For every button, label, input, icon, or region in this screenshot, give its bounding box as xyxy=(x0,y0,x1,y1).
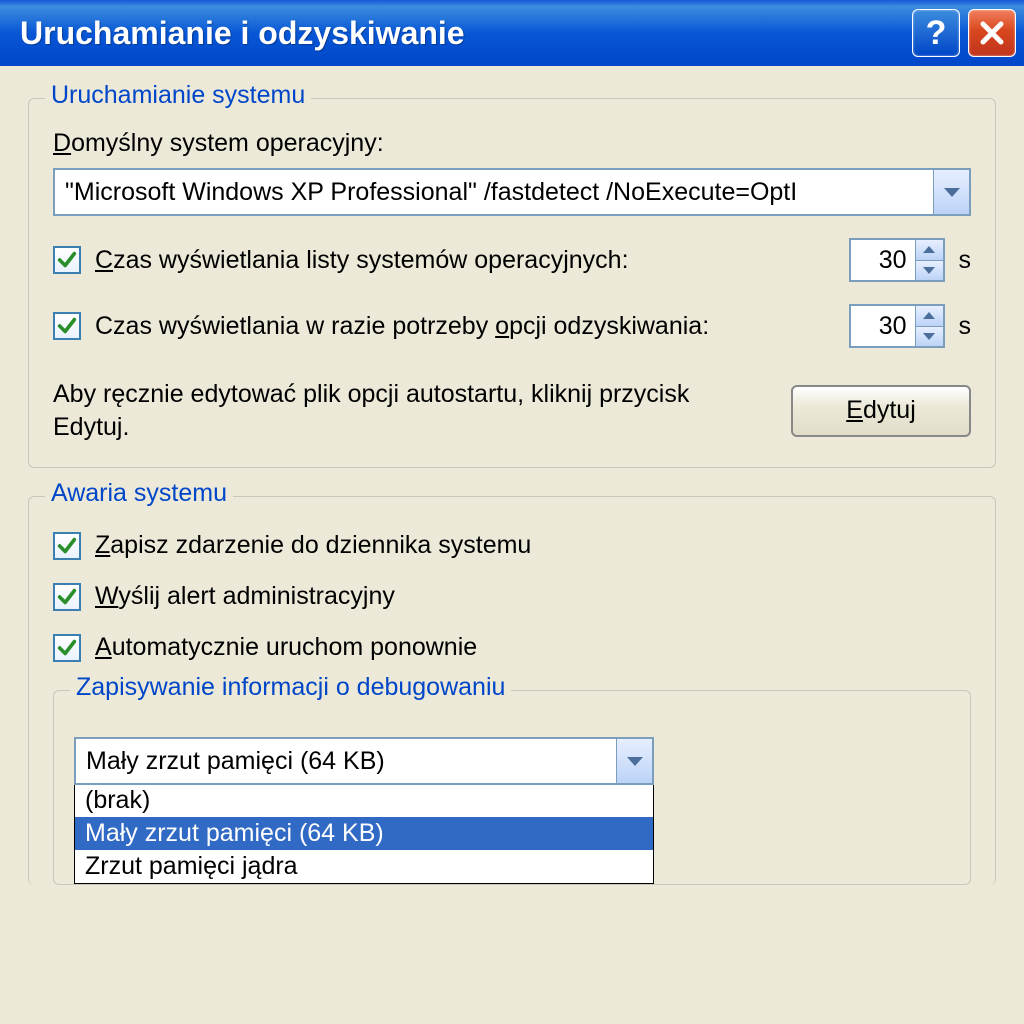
row-auto-restart: Automatycznie uruchom ponownie xyxy=(53,633,971,662)
check-icon xyxy=(56,586,78,608)
dump-type-dropdown-list: (brak) Mały zrzut pamięci (64 KB) Zrzut … xyxy=(74,783,654,884)
edit-bootini-text: Aby ręcznie edytować plik opcji autostar… xyxy=(53,378,767,443)
check-icon xyxy=(56,249,78,271)
edit-button[interactable]: Edytuj xyxy=(791,385,971,437)
group-failure: Awaria systemu Zapisz zdarzenie do dzien… xyxy=(28,496,996,885)
label-display-os-list: Czas wyświetlania listy systemów operacy… xyxy=(95,246,835,275)
spinner-up-button[interactable] xyxy=(916,240,943,260)
titlebar: Uruchamianie i odzyskiwanie ? xyxy=(0,0,1024,66)
spinner-down-button[interactable] xyxy=(916,260,943,281)
default-os-dropdown-button[interactable] xyxy=(933,170,969,214)
default-os-combo[interactable]: "Microsoft Windows XP Professional" /fas… xyxy=(53,168,971,216)
arrow-down-icon xyxy=(923,267,935,274)
close-button[interactable] xyxy=(968,9,1016,57)
arrow-up-icon xyxy=(923,312,935,319)
label-auto-restart: Automatycznie uruchom ponownie xyxy=(95,633,477,662)
arrow-down-icon xyxy=(923,333,935,340)
row-display-recovery: Czas wyświetlania w razie potrzeby opcji… xyxy=(53,304,971,348)
group-debug-info: Zapisywanie informacji o debugowaniu Mał… xyxy=(53,690,971,885)
spinner-buttons xyxy=(915,240,943,280)
client-area: Uruchamianie systemu DDomyślny system op… xyxy=(0,66,1024,1024)
checkbox-log-event[interactable] xyxy=(53,532,81,560)
unit-seconds-1: s xyxy=(959,246,972,275)
check-icon xyxy=(56,637,78,659)
spinner-os-list-time[interactable]: 30 xyxy=(849,238,945,282)
close-icon xyxy=(979,20,1005,46)
check-icon xyxy=(56,535,78,557)
checkbox-display-os-list[interactable] xyxy=(53,246,81,274)
default-os-value: "Microsoft Windows XP Professional" /fas… xyxy=(55,178,933,207)
dump-option-none[interactable]: (brak) xyxy=(75,784,653,817)
help-button[interactable]: ? xyxy=(912,9,960,57)
row-display-os-list: Czas wyświetlania listy systemów operacy… xyxy=(53,238,971,282)
dump-option-kernel[interactable]: Zrzut pamięci jądra xyxy=(75,850,653,883)
row-log-event: Zapisz zdarzenie do dziennika systemu xyxy=(53,531,971,560)
dump-type-combo[interactable]: Mały zrzut pamięci (64 KB) xyxy=(74,737,654,785)
spinner-recovery-time[interactable]: 30 xyxy=(849,304,945,348)
window-title: Uruchamianie i odzyskiwanie xyxy=(20,15,912,52)
row-edit-bootini: Aby ręcznie edytować plik opcji autostar… xyxy=(53,378,971,443)
label-log-event: Zapisz zdarzenie do dziennika systemu xyxy=(95,531,531,560)
default-os-label: DDomyślny system operacyjny:omyślny syst… xyxy=(53,129,971,158)
checkbox-display-recovery[interactable] xyxy=(53,312,81,340)
spinner-down-button[interactable] xyxy=(916,326,943,347)
check-icon xyxy=(56,315,78,337)
spinner-buttons xyxy=(915,306,943,346)
group-startup-legend: Uruchamianie systemu xyxy=(45,81,311,110)
dump-type-dropdown-button[interactable] xyxy=(616,739,652,783)
chevron-down-icon xyxy=(944,188,960,197)
spinner-recovery-value: 30 xyxy=(851,306,915,346)
dump-type-value: Mały zrzut pamięci (64 KB) xyxy=(76,747,616,776)
group-debug-legend: Zapisywanie informacji o debugowaniu xyxy=(70,673,511,702)
chevron-down-icon xyxy=(627,757,643,766)
titlebar-buttons: ? xyxy=(912,9,1016,57)
spinner-up-button[interactable] xyxy=(916,306,943,326)
label-display-recovery: Czas wyświetlania w razie potrzeby opcji… xyxy=(95,312,835,341)
group-failure-legend: Awaria systemu xyxy=(45,479,233,508)
checkbox-auto-restart[interactable] xyxy=(53,634,81,662)
unit-seconds-2: s xyxy=(959,312,972,341)
checkbox-send-alert[interactable] xyxy=(53,583,81,611)
dump-option-small[interactable]: Mały zrzut pamięci (64 KB) xyxy=(75,817,653,850)
label-send-alert: Wyślij alert administracyjny xyxy=(95,582,395,611)
spinner-os-list-value: 30 xyxy=(851,240,915,280)
group-startup: Uruchamianie systemu DDomyślny system op… xyxy=(28,98,996,468)
row-send-alert: Wyślij alert administracyjny xyxy=(53,582,971,611)
arrow-up-icon xyxy=(923,246,935,253)
